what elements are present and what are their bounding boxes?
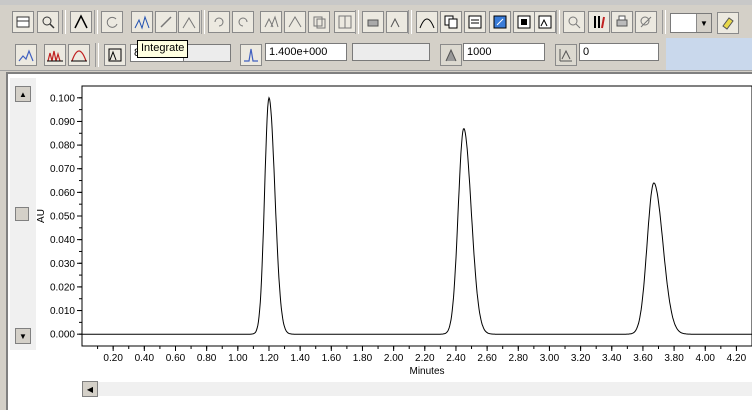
x-tick-label: 3.40 [602,353,622,364]
x-tick-label: 2.20 [415,353,435,364]
x-tick-label: 1.40 [290,353,310,364]
x-tick-label: 3.80 [664,353,684,364]
x-axis-title: Minutes [409,366,444,377]
x-tick-label: 2.80 [509,353,529,364]
x-tick-label: 2.00 [384,353,404,364]
y-tick-label: 0.050 [50,212,75,223]
x-tick-label: 4.00 [696,353,716,364]
plot-area [81,85,752,347]
y-tick-label: 0.040 [50,235,75,246]
y-tick-label: 0.030 [50,259,75,270]
x-tick-label: 2.40 [446,353,466,364]
y-tick-label: 0.000 [50,330,75,341]
x-tick-label: 1.60 [322,353,342,364]
y-tick-label: 0.080 [50,141,75,152]
tooltip-text: Integrate [141,42,185,54]
x-tick-label: 4.20 [727,353,747,364]
x-tick-label: 0.40 [135,353,155,364]
x-tick-label: 1.20 [259,353,279,364]
x-tick-label: 0.60 [166,353,186,364]
chromatogram-chart[interactable]: 0.000 0.010 0.020 0.030 0.040 0.050 0.060 0.070… [0,0,752,410]
x-tick-label: 0.20 [103,353,123,364]
tooltip: Integrate [137,40,189,58]
y-tick-label: 0.010 [50,306,75,317]
y-tick-label: 0.060 [50,188,75,199]
x-tick-label: 1.00 [228,353,248,364]
x-tick-label: 3.60 [633,353,653,364]
y-axis-title: AU [36,209,47,223]
y-tick-label: 0.100 [50,93,75,104]
x-tick-label: 0.80 [197,353,217,364]
x-tick-label: 3.20 [571,353,591,364]
y-tick-label: 0.090 [50,117,75,128]
y-tick-label: 0.020 [50,282,75,293]
y-tick-label: 0.070 [50,164,75,175]
x-tick-label: 3.00 [540,353,560,364]
x-tick-label: 1.80 [353,353,373,364]
x-tick-label: 2.60 [477,353,497,364]
